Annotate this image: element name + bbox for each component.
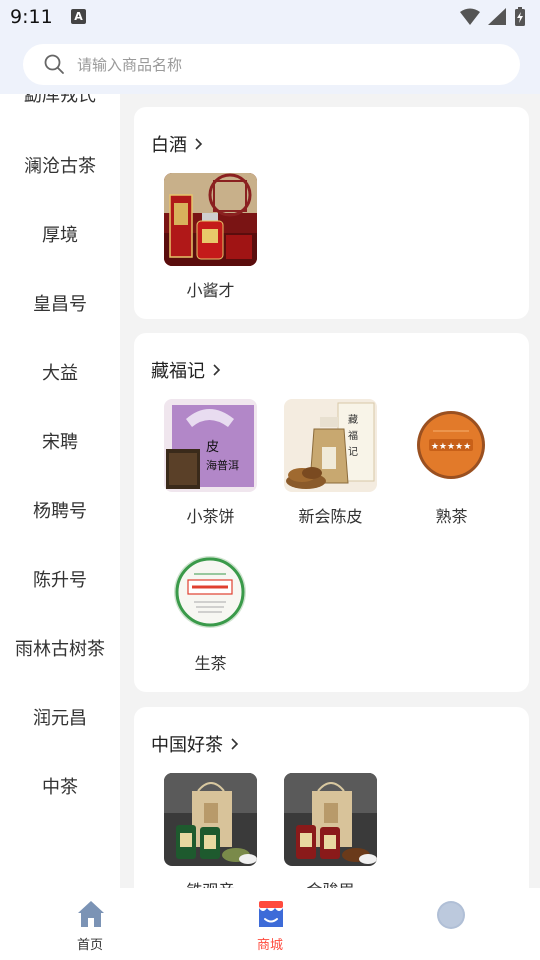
- signal-icon: [488, 8, 506, 25]
- product-name: 熟茶: [435, 507, 468, 526]
- product-item[interactable]: 皮 海普洱 小茶饼: [163, 399, 258, 527]
- status-icons: [460, 7, 525, 26]
- category-title[interactable]: 藏福记: [151, 357, 205, 383]
- sidebar-item[interactable]: 皇昌号: [0, 270, 120, 339]
- sidebar-item[interactable]: 宋聘: [0, 408, 120, 477]
- tab-profile[interactable]: [360, 888, 540, 960]
- svg-text:记: 记: [348, 446, 358, 458]
- category-title[interactable]: 白酒: [151, 131, 187, 157]
- product-name: 小茶饼: [186, 507, 235, 526]
- sidebar-item[interactable]: 勐库戎氏: [0, 94, 120, 130]
- store-icon: [259, 901, 283, 927]
- chevron-right-icon: [195, 138, 203, 150]
- jinjunmei-gift-set-image: [284, 773, 377, 866]
- chevron-right-icon: [231, 738, 239, 750]
- svg-text:★★★★★: ★★★★★: [431, 442, 471, 452]
- product-item[interactable]: 小酱才: [163, 173, 258, 301]
- svg-text:皮: 皮: [206, 440, 219, 455]
- category-card: 中国好茶 铁观音: [134, 707, 529, 888]
- sidebar-item[interactable]: 润元昌: [0, 684, 120, 753]
- tab-label: 首页: [76, 938, 103, 953]
- product-name: 小酱才: [186, 281, 235, 300]
- search-input[interactable]: [77, 44, 497, 85]
- category-title[interactable]: 中国好茶: [151, 731, 223, 757]
- search-bar: [0, 36, 540, 94]
- sidebar-item[interactable]: 中茶: [0, 753, 120, 822]
- profile-icon: [437, 901, 465, 929]
- notification-a-icon: A: [71, 9, 86, 24]
- status-time: 9:11: [10, 6, 53, 28]
- sidebar-item[interactable]: 杨聘号: [0, 477, 120, 546]
- sidebar-item[interactable]: 陈升号: [0, 546, 120, 615]
- tieguanyin-gift-set-image: [164, 773, 257, 866]
- product-item[interactable]: 铁观音: [163, 773, 258, 888]
- wifi-icon: [460, 8, 480, 25]
- brand-sidebar[interactable]: 勐库戎氏 澜沧古茶 厚境 皇昌号 大益 宋聘 杨聘号 陈升号 雨林古树茶 润元昌…: [0, 94, 120, 888]
- sidebar-item[interactable]: 雨林古树茶: [0, 615, 120, 684]
- battery-icon: [515, 7, 525, 26]
- tab-label: 商城: [256, 938, 283, 953]
- category-card: 白酒 小酱才: [134, 107, 529, 319]
- status-bar: 9:11 A: [0, 0, 540, 36]
- tangerine-peel-jar-image: 藏 福 记: [284, 399, 377, 492]
- bottom-tab-bar: 首页 商城: [0, 888, 540, 960]
- category-card: 藏福记 皮 海普洱 小茶饼 藏 福 记 新会陈皮 ★★★★★ 熟茶 生茶: [134, 333, 529, 692]
- product-name: 新会陈皮: [298, 507, 363, 526]
- puer-box-image: 皮 海普洱: [164, 399, 257, 492]
- raw-tea-cake-image: [164, 546, 257, 639]
- svg-text:海普洱: 海普洱: [206, 458, 239, 472]
- chevron-right-icon: [213, 364, 221, 376]
- product-name: 生茶: [194, 654, 227, 673]
- svg-text:藏: 藏: [348, 414, 358, 426]
- product-item[interactable]: 生茶: [163, 546, 258, 674]
- product-item[interactable]: 金骏眉: [283, 773, 378, 888]
- search-box[interactable]: [23, 44, 520, 85]
- home-icon: [78, 901, 104, 927]
- sidebar-item[interactable]: 大益: [0, 339, 120, 408]
- product-name: 金骏眉: [283, 877, 378, 888]
- sidebar-item[interactable]: 厚境: [0, 201, 120, 270]
- sidebar-item[interactable]: 澜沧古茶: [0, 132, 120, 201]
- search-icon: [44, 54, 64, 74]
- product-item[interactable]: ★★★★★ 熟茶: [404, 399, 499, 527]
- product-name: 铁观音: [163, 877, 258, 888]
- tab-store[interactable]: 商城: [180, 888, 360, 960]
- product-item[interactable]: 藏 福 记 新会陈皮: [283, 399, 378, 527]
- ripe-tea-cake-image: ★★★★★: [405, 399, 498, 492]
- tab-home[interactable]: 首页: [0, 888, 180, 960]
- svg-text:福: 福: [348, 429, 358, 442]
- category-content[interactable]: 白酒 小酱才 藏福记 皮 海普洱 小茶饼 藏 福 记 新会陈皮 ★★★★★ 熟茶…: [120, 94, 540, 888]
- baijiu-box-image: [164, 173, 257, 266]
